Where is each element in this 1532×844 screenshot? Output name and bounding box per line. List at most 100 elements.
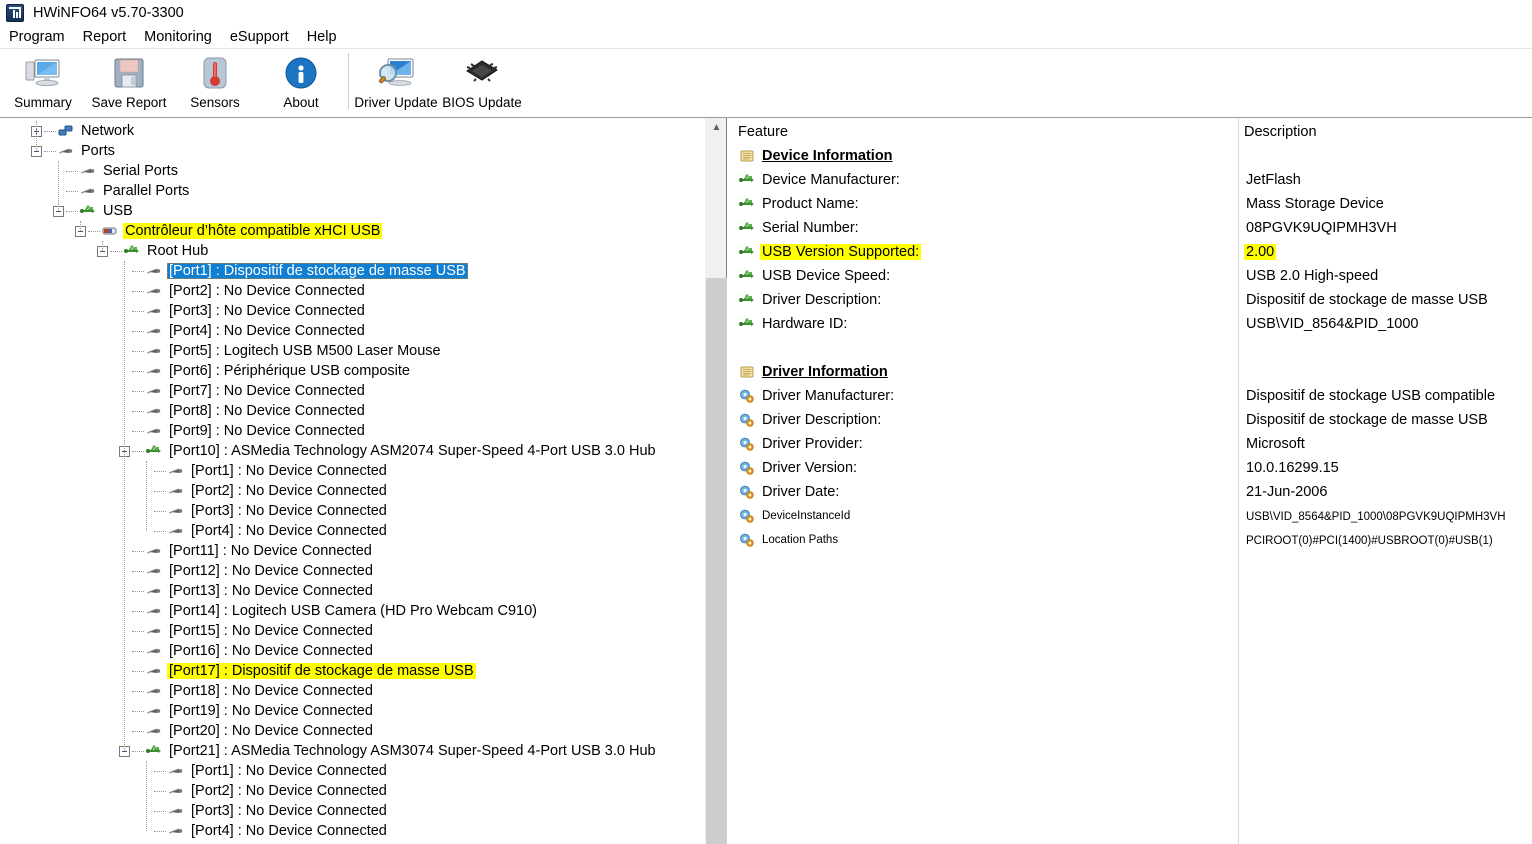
- toolbar-sensors-label: Sensors: [190, 95, 240, 110]
- detail-feature-cell: Driver Date:: [732, 484, 1238, 500]
- tree-node[interactable]: [Port6] : Périphérique USB composite: [0, 361, 705, 381]
- detail-row[interactable]: Driver Provider: Microsoft: [732, 432, 1532, 456]
- detail-row[interactable]: Driver Version: 10.0.16299.15: [732, 456, 1532, 480]
- detail-value-label: Dispositif de stockage de masse USB: [1246, 412, 1488, 428]
- tree-guide-line: [80, 221, 81, 231]
- toolbar-save-report[interactable]: Save Report: [86, 49, 172, 117]
- tree-node[interactable]: [Port1] : No Device Connected: [0, 461, 705, 481]
- tree-node[interactable]: [Port4] : No Device Connected: [0, 821, 705, 841]
- tree-node[interactable]: [Port3] : No Device Connected: [0, 501, 705, 521]
- column-header-description[interactable]: Description: [1244, 124, 1317, 140]
- tree-node[interactable]: Root Hub: [0, 241, 705, 261]
- device-tree[interactable]: Network Ports Serial Ports Parallel Ports US…: [0, 118, 705, 841]
- detail-row[interactable]: Driver Manufacturer: Dispositif de stocka…: [732, 384, 1532, 408]
- tree-guide-line: [102, 241, 103, 251]
- tree-node[interactable]: Ports: [0, 141, 705, 161]
- tree-node-label: [Port8] : No Device Connected: [169, 403, 365, 419]
- detail-row[interactable]: Serial Number: 08PGVK9UQIPMH3VH: [732, 216, 1532, 240]
- detail-feature-cell: Hardware ID:: [732, 316, 1238, 332]
- toolbar-summary-label: Summary: [14, 95, 72, 110]
- detail-value-label: [1244, 364, 1248, 380]
- tree-node-label: [Port18] : No Device Connected: [169, 683, 373, 699]
- scrollbar-thumb[interactable]: [706, 278, 727, 844]
- tree-node[interactable]: [Port2] : No Device Connected: [0, 781, 705, 801]
- tree-node[interactable]: Parallel Ports: [0, 181, 705, 201]
- detail-row[interactable]: Location Paths PCIROOT(0)#PCI(1400)#USBRO…: [732, 528, 1532, 552]
- tree-node-label: [Port10] : ASMedia Technology ASM2074 Su…: [169, 443, 656, 459]
- detail-row[interactable]: USB Device Speed: USB 2.0 High-speed: [732, 264, 1532, 288]
- tree-node[interactable]: [Port8] : No Device Connected: [0, 401, 705, 421]
- menu-program[interactable]: Program: [8, 28, 74, 47]
- tree-vertical-scrollbar[interactable]: ▲: [705, 118, 727, 844]
- tree-node[interactable]: [Port18] : No Device Connected: [0, 681, 705, 701]
- detail-feature-cell: Driver Information: [732, 364, 1238, 380]
- detail-row[interactable]: Driver Description: Dispositif de stockag…: [732, 288, 1532, 312]
- toolbar-bios-update[interactable]: BIOS Update: [439, 49, 525, 117]
- detail-row[interactable]: Product Name: Mass Storage Device: [732, 192, 1532, 216]
- detail-value-label: Mass Storage Device: [1246, 196, 1384, 212]
- detail-section-row[interactable]: Driver Information: [732, 360, 1532, 384]
- tree-connector-line: [132, 670, 144, 672]
- gears-icon: [738, 413, 756, 427]
- toolbar-sensors[interactable]: Sensors: [172, 49, 258, 117]
- tree-node-label: [Port11] : No Device Connected: [169, 543, 372, 559]
- detail-row[interactable]: Hardware ID: USB\VID_8564&PID_1000: [732, 312, 1532, 336]
- tree-node[interactable]: [Port17] : Dispositif de stockage de mas…: [0, 661, 705, 681]
- tree-node[interactable]: [Port2] : No Device Connected: [0, 481, 705, 501]
- tree-node[interactable]: [Port13] : No Device Connected: [0, 581, 705, 601]
- detail-value-cell: 21-Jun-2006: [1238, 484, 1329, 500]
- title-bar: HWiNFO64 v5.70-3300: [0, 0, 1532, 26]
- toolbar-summary[interactable]: Summary: [0, 49, 86, 117]
- menu-help[interactable]: Help: [306, 28, 346, 47]
- usb-plug-icon: [145, 404, 163, 418]
- menu-monitoring[interactable]: Monitoring: [143, 28, 221, 47]
- detail-row[interactable]: DeviceInstanceId USB\VID_8564&PID_1000\08…: [732, 504, 1532, 528]
- tree-node[interactable]: [Port1] : No Device Connected: [0, 761, 705, 781]
- menu-esupport[interactable]: eSupport: [229, 28, 298, 47]
- detail-row[interactable]: Driver Date: 21-Jun-2006: [732, 480, 1532, 504]
- tree-node[interactable]: [Port2] : No Device Connected: [0, 281, 705, 301]
- tree-node[interactable]: [Port9] : No Device Connected: [0, 421, 705, 441]
- tree-node[interactable]: [Port21] : ASMedia Technology ASM3074 Su…: [0, 741, 705, 761]
- toolbar-driver-update[interactable]: Driver Update: [353, 49, 439, 117]
- tree-node[interactable]: [Port19] : No Device Connected: [0, 701, 705, 721]
- tree-node-label: Ports: [81, 143, 115, 159]
- tree-node[interactable]: [Port3] : No Device Connected: [0, 301, 705, 321]
- tree-node[interactable]: [Port14] : Logitech USB Camera (HD Pro W…: [0, 601, 705, 621]
- column-header-feature[interactable]: Feature: [738, 124, 788, 140]
- tree-node-label: [Port16] : No Device Connected: [169, 643, 373, 659]
- tree-node[interactable]: [Port11] : No Device Connected: [0, 541, 705, 561]
- detail-feature-label: Driver Version:: [762, 460, 858, 476]
- section-list-icon: [738, 365, 756, 379]
- menu-report[interactable]: Report: [82, 28, 136, 47]
- tree-node[interactable]: [Port16] : No Device Connected: [0, 641, 705, 661]
- detail-row[interactable]: USB Version Supported: 2.00: [732, 240, 1532, 264]
- detail-value-label: JetFlash: [1246, 172, 1301, 188]
- tree-node[interactable]: [Port20] : No Device Connected: [0, 721, 705, 741]
- tree-node[interactable]: Serial Ports: [0, 161, 705, 181]
- tree-connector-line: [154, 830, 166, 832]
- detail-feature-label: Product Name:: [762, 196, 859, 212]
- detail-row[interactable]: Driver Description: Dispositif de stockag…: [732, 408, 1532, 432]
- tree-node[interactable]: [Port4] : No Device Connected: [0, 521, 705, 541]
- toolbar-about[interactable]: About: [258, 49, 344, 117]
- tree-node[interactable]: [Port7] : No Device Connected: [0, 381, 705, 401]
- tree-node[interactable]: [Port4] : No Device Connected: [0, 321, 705, 341]
- tree-node[interactable]: [Port15] : No Device Connected: [0, 621, 705, 641]
- tree-node[interactable]: [Port5] : Logitech USB M500 Laser Mouse: [0, 341, 705, 361]
- tree-node[interactable]: [Port1] : Dispositif de stockage de mass…: [0, 261, 705, 281]
- detail-row[interactable]: Device Manufacturer: JetFlash: [732, 168, 1532, 192]
- tree-node[interactable]: [Port10] : ASMedia Technology ASM2074 Su…: [0, 441, 705, 461]
- detail-feature-label: Driver Description:: [762, 412, 882, 428]
- scroll-up-arrow[interactable]: ▲: [706, 118, 727, 137]
- tree-node[interactable]: Network: [0, 121, 705, 141]
- usb-plug-icon: [145, 664, 163, 678]
- tree-node-label: [Port2] : No Device Connected: [191, 483, 387, 499]
- detail-feature-label: Location Paths: [762, 534, 839, 546]
- detail-section-row[interactable]: Device Information: [732, 144, 1532, 168]
- tree-node[interactable]: [Port3] : No Device Connected: [0, 801, 705, 821]
- tree-node[interactable]: [Port12] : No Device Connected: [0, 561, 705, 581]
- tree-node[interactable]: USB: [0, 201, 705, 221]
- tree-node[interactable]: Contrôleur d’hôte compatible xHCI USB: [0, 221, 705, 241]
- hwinfo-window: HWiNFO64 v5.70-3300 Program Report Monitor…: [0, 0, 1532, 844]
